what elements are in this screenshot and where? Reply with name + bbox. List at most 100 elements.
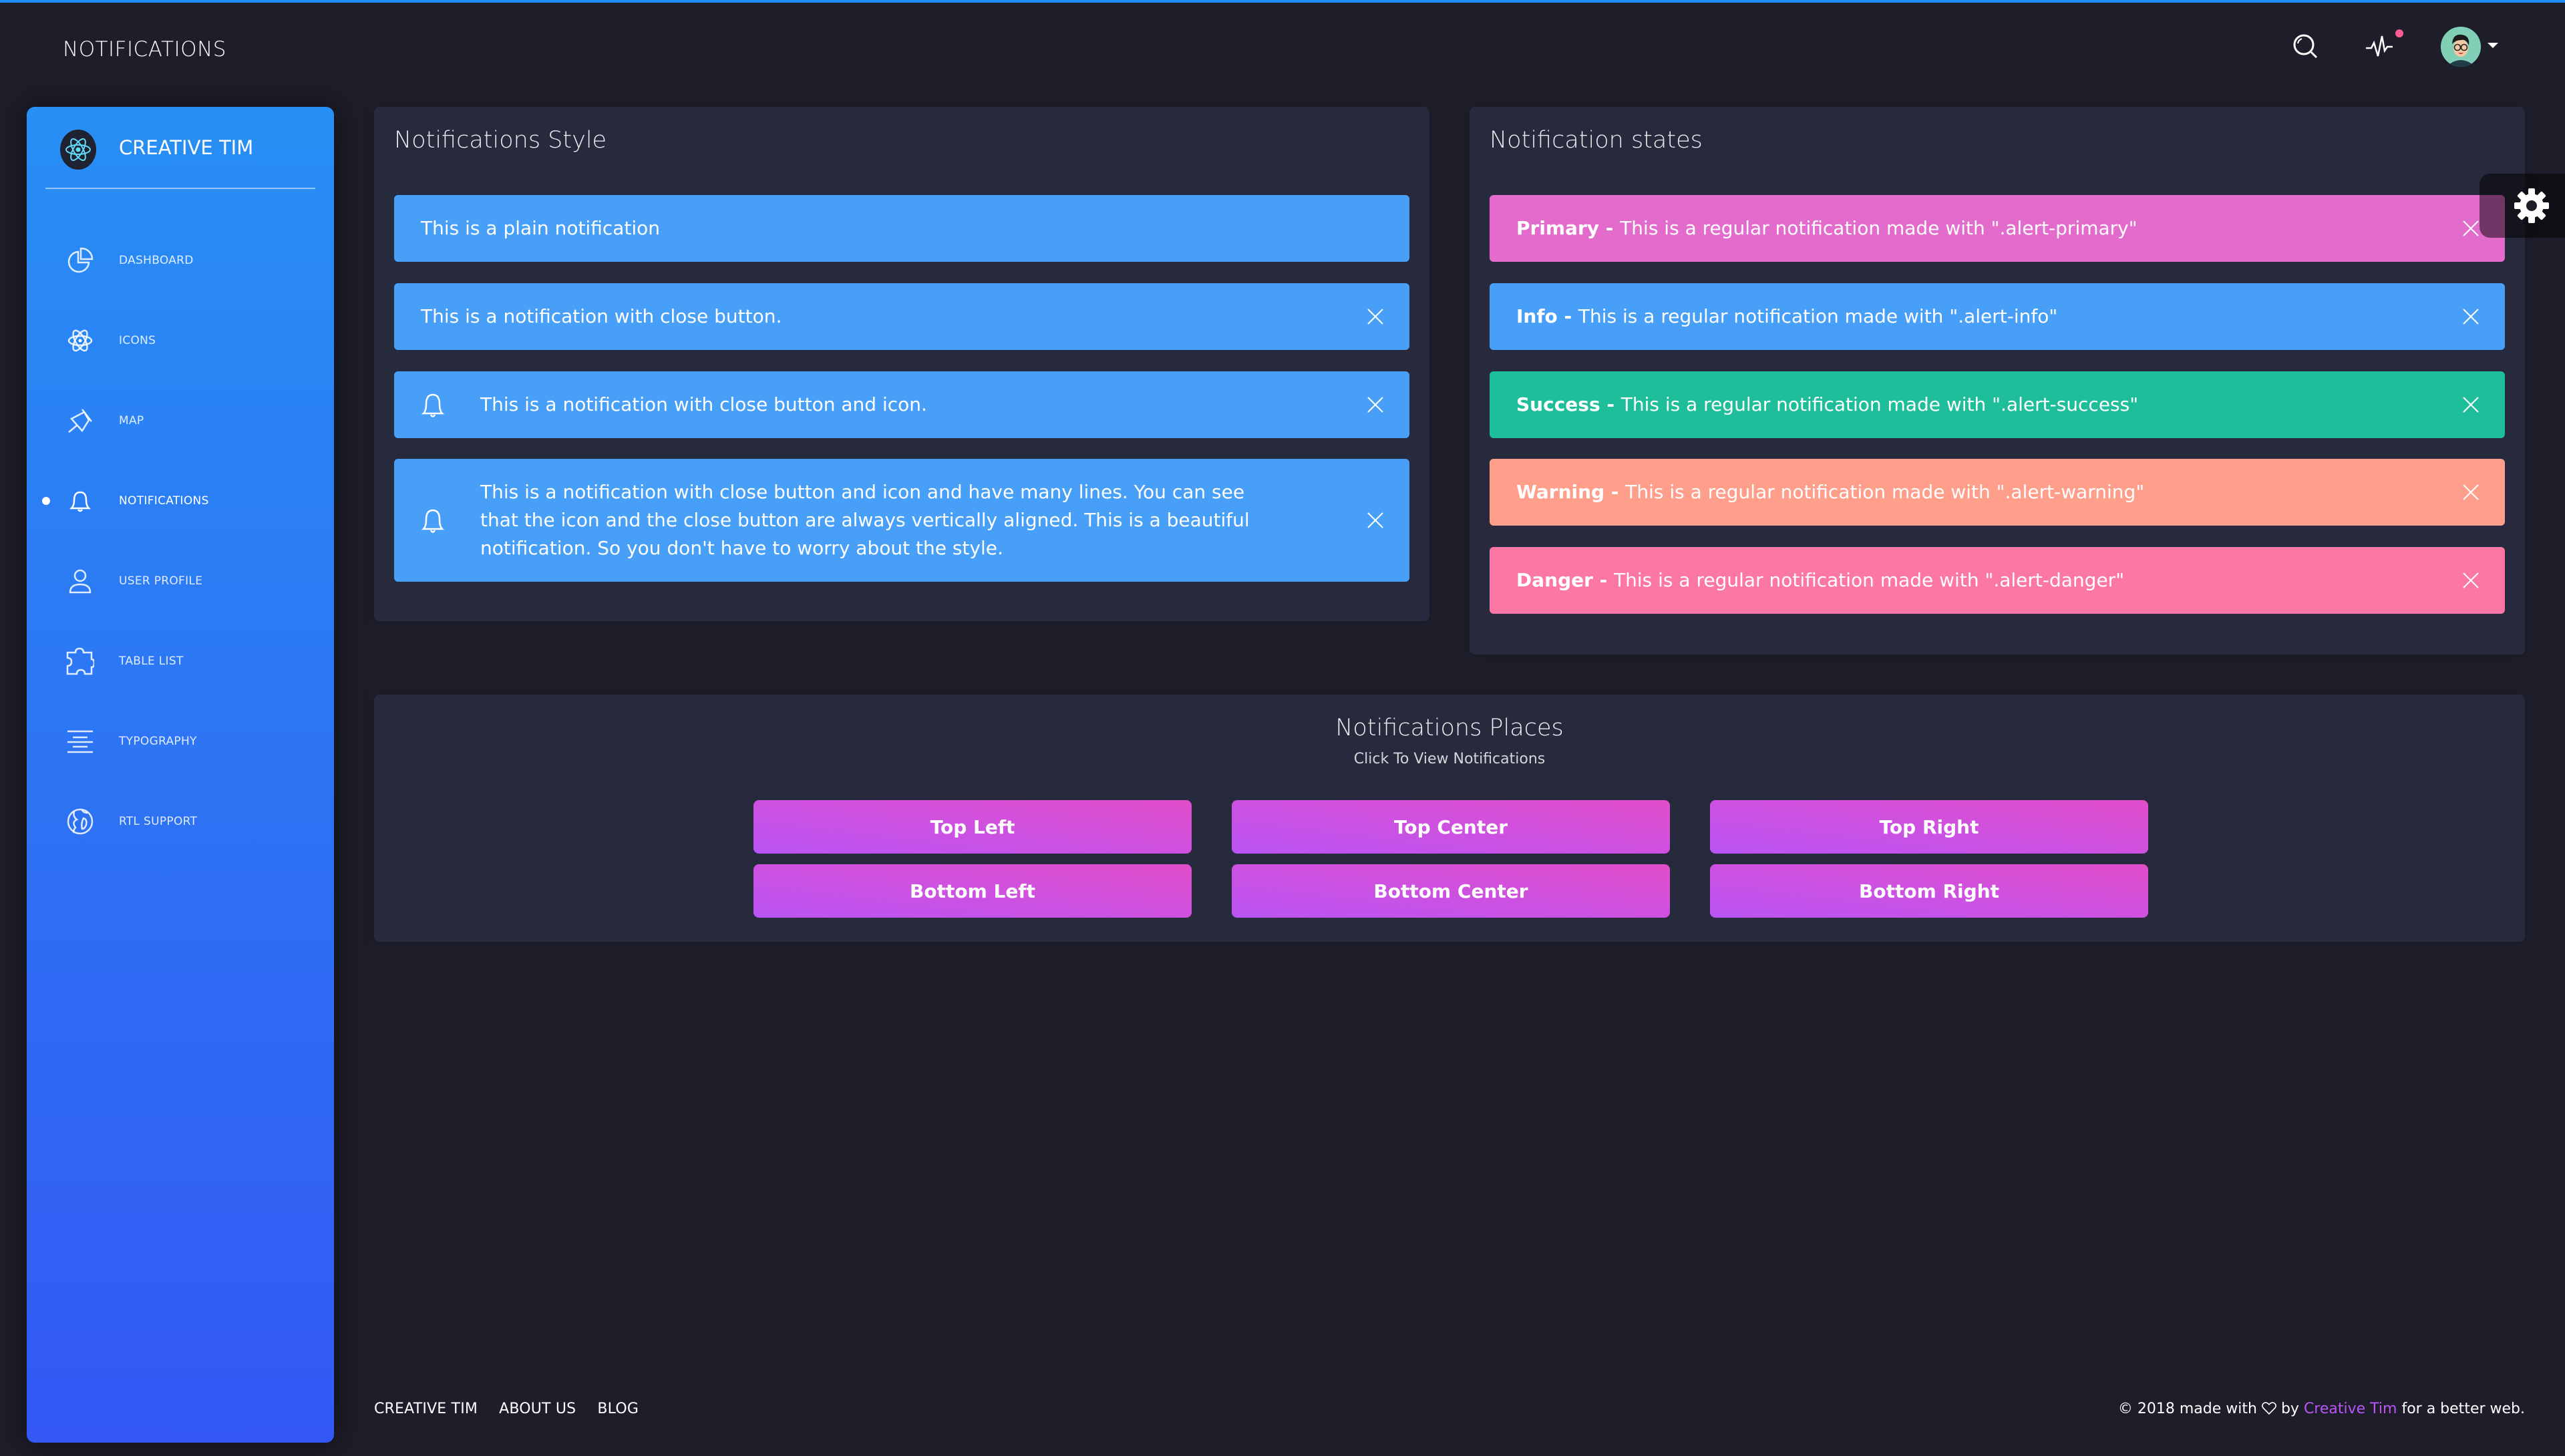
sidebar-item-table-list[interactable]: TABLE LIST bbox=[27, 621, 334, 701]
notification-states-card: Notification states Primary - This is a … bbox=[1470, 107, 2525, 655]
top-accent-line bbox=[0, 0, 2565, 3]
close-button[interactable] bbox=[2461, 395, 2481, 415]
bottom-center-button[interactable]: Bottom Center bbox=[1232, 864, 1670, 918]
close-button[interactable] bbox=[2461, 570, 2481, 590]
alert-message: This is a regular notification made with… bbox=[1620, 393, 2139, 415]
copyright-prefix: © 2018 made with bbox=[2117, 1401, 2257, 1417]
alert-with-icon: This is a notification with close button… bbox=[394, 371, 1409, 438]
sidebar-item-label: ICONS bbox=[119, 334, 156, 347]
alert-warning: Warning - This is a regular notification… bbox=[1490, 459, 2505, 526]
creative-tim-link[interactable]: Creative Tim bbox=[2304, 1401, 2397, 1417]
card-title: Notification states bbox=[1490, 127, 1703, 154]
divider bbox=[45, 188, 315, 189]
settings-button[interactable] bbox=[2480, 174, 2565, 238]
sidebar-item-label: DASHBOARD bbox=[119, 254, 194, 267]
sidebar-nav: DASHBOARD ICONS MAP NOTIFICATIONS USER P… bbox=[27, 220, 334, 862]
user-icon bbox=[65, 566, 95, 596]
bell-icon bbox=[418, 389, 448, 421]
caret-down-icon[interactable] bbox=[2488, 43, 2498, 48]
close-button[interactable] bbox=[2461, 307, 2481, 327]
activity-button[interactable] bbox=[2359, 27, 2399, 67]
card-subtitle: Click To View Notifications bbox=[1353, 751, 1546, 767]
bell-icon bbox=[65, 486, 95, 516]
react-logo-icon bbox=[60, 130, 96, 170]
alert-text: This is a notification with close button… bbox=[421, 305, 782, 327]
pin-icon bbox=[65, 406, 95, 435]
brand-name[interactable]: CREATIVE TIM bbox=[119, 136, 253, 159]
active-indicator bbox=[42, 497, 50, 505]
sidebar-item-dashboard[interactable]: DASHBOARD bbox=[27, 220, 334, 301]
alert-text: Info - This is a regular notification ma… bbox=[1516, 303, 2431, 331]
top-right-button[interactable]: Top Right bbox=[1710, 800, 2148, 854]
alert-plain: This is a plain notification bbox=[394, 195, 1409, 262]
alert-label: Warning - bbox=[1516, 481, 1626, 503]
atom-icon bbox=[65, 326, 95, 355]
sidebar-item-label: NOTIFICATIONS bbox=[119, 494, 209, 508]
align-center-icon bbox=[65, 727, 95, 756]
close-icon bbox=[1367, 309, 1383, 325]
close-button[interactable] bbox=[1365, 395, 1385, 415]
sidebar-item-typography[interactable]: TYPOGRAPHY bbox=[27, 701, 334, 781]
footer-link-creative-tim[interactable]: CREATIVE TIM bbox=[374, 1401, 478, 1417]
close-button[interactable] bbox=[1365, 510, 1385, 530]
top-left-button[interactable]: Top Left bbox=[753, 800, 1192, 854]
chart-pie-icon bbox=[65, 246, 95, 275]
page-title[interactable]: NOTIFICATIONS bbox=[63, 37, 226, 61]
gear-icon bbox=[2514, 188, 2549, 223]
sidebar-item-map[interactable]: MAP bbox=[27, 381, 334, 461]
notifications-style-card: Notifications Style This is a plain noti… bbox=[374, 107, 1429, 621]
alert-message: This is a regular notification made with… bbox=[1578, 305, 2058, 327]
footer-link-blog[interactable]: BLOG bbox=[597, 1401, 639, 1417]
alert-text: This is a notification with close button… bbox=[480, 393, 927, 415]
bell-icon bbox=[418, 504, 448, 536]
sidebar-item-notifications[interactable]: NOTIFICATIONS bbox=[27, 461, 334, 541]
alert-text: This is a notification with close button… bbox=[480, 481, 1250, 559]
alert-text: Danger - This is a regular notification … bbox=[1516, 566, 2431, 594]
top-center-button[interactable]: Top Center bbox=[1232, 800, 1670, 854]
alert-text: Primary - This is a regular notification… bbox=[1516, 214, 2431, 242]
close-button[interactable] bbox=[2461, 218, 2481, 238]
alert-label: Danger - bbox=[1516, 569, 1614, 591]
bottom-right-button[interactable]: Bottom Right bbox=[1710, 864, 2148, 918]
alert-text: Success - This is a regular notification… bbox=[1516, 391, 2431, 419]
footer-nav: CREATIVE TIM ABOUT US BLOG bbox=[374, 1401, 639, 1417]
search-icon bbox=[2293, 34, 2318, 59]
alert-message: This is a regular notification made with… bbox=[1614, 569, 2125, 591]
close-icon bbox=[2463, 397, 2479, 413]
footer-link-about-us[interactable]: ABOUT US bbox=[499, 1401, 576, 1417]
world-icon bbox=[65, 807, 95, 836]
sidebar-item-rtl-support[interactable]: RTL SUPPORT bbox=[27, 781, 334, 862]
avatar[interactable] bbox=[2441, 27, 2481, 67]
close-icon bbox=[1367, 512, 1383, 528]
bottom-left-button[interactable]: Bottom Left bbox=[753, 864, 1192, 918]
copyright-by: by bbox=[2280, 1401, 2299, 1417]
sidebar: CREATIVE TIM DASHBOARD ICONS MAP NOTIFIC… bbox=[27, 107, 334, 1443]
close-icon bbox=[2463, 484, 2479, 500]
close-icon bbox=[2463, 220, 2479, 236]
alert-multiline: This is a notification with close button… bbox=[394, 459, 1409, 582]
close-button[interactable] bbox=[2461, 482, 2481, 502]
alert-success: Success - This is a regular notification… bbox=[1490, 371, 2505, 438]
close-icon bbox=[2463, 572, 2479, 588]
close-button[interactable] bbox=[1365, 307, 1385, 327]
alert-info: Info - This is a regular notification ma… bbox=[1490, 283, 2505, 350]
sidebar-item-icons[interactable]: ICONS bbox=[27, 301, 334, 381]
alert-primary: Primary - This is a regular notification… bbox=[1490, 195, 2505, 262]
sidebar-item-label: TYPOGRAPHY bbox=[119, 735, 197, 748]
sidebar-item-label: USER PROFILE bbox=[119, 574, 203, 588]
puzzle-icon bbox=[65, 647, 95, 676]
copyright-suffix: for a better web. bbox=[2401, 1401, 2525, 1417]
sidebar-item-label: RTL SUPPORT bbox=[119, 815, 198, 828]
alert-text: This is a plain notification bbox=[421, 217, 661, 239]
brand[interactable]: CREATIVE TIM bbox=[27, 107, 334, 187]
sidebar-item-user-profile[interactable]: USER PROFILE bbox=[27, 541, 334, 621]
notifications-places-card: Notifications Places Click To View Notif… bbox=[374, 695, 2525, 942]
alert-danger: Danger - This is a regular notification … bbox=[1490, 547, 2505, 614]
alert-with-close: This is a notification with close button… bbox=[394, 283, 1409, 350]
close-icon bbox=[1367, 397, 1383, 413]
activity-icon bbox=[2366, 35, 2393, 57]
alert-label: Primary - bbox=[1516, 217, 1620, 239]
search-button[interactable] bbox=[2286, 27, 2326, 67]
alert-message: This is a regular notification made with… bbox=[1620, 217, 2138, 239]
activity-badge bbox=[2395, 29, 2403, 37]
